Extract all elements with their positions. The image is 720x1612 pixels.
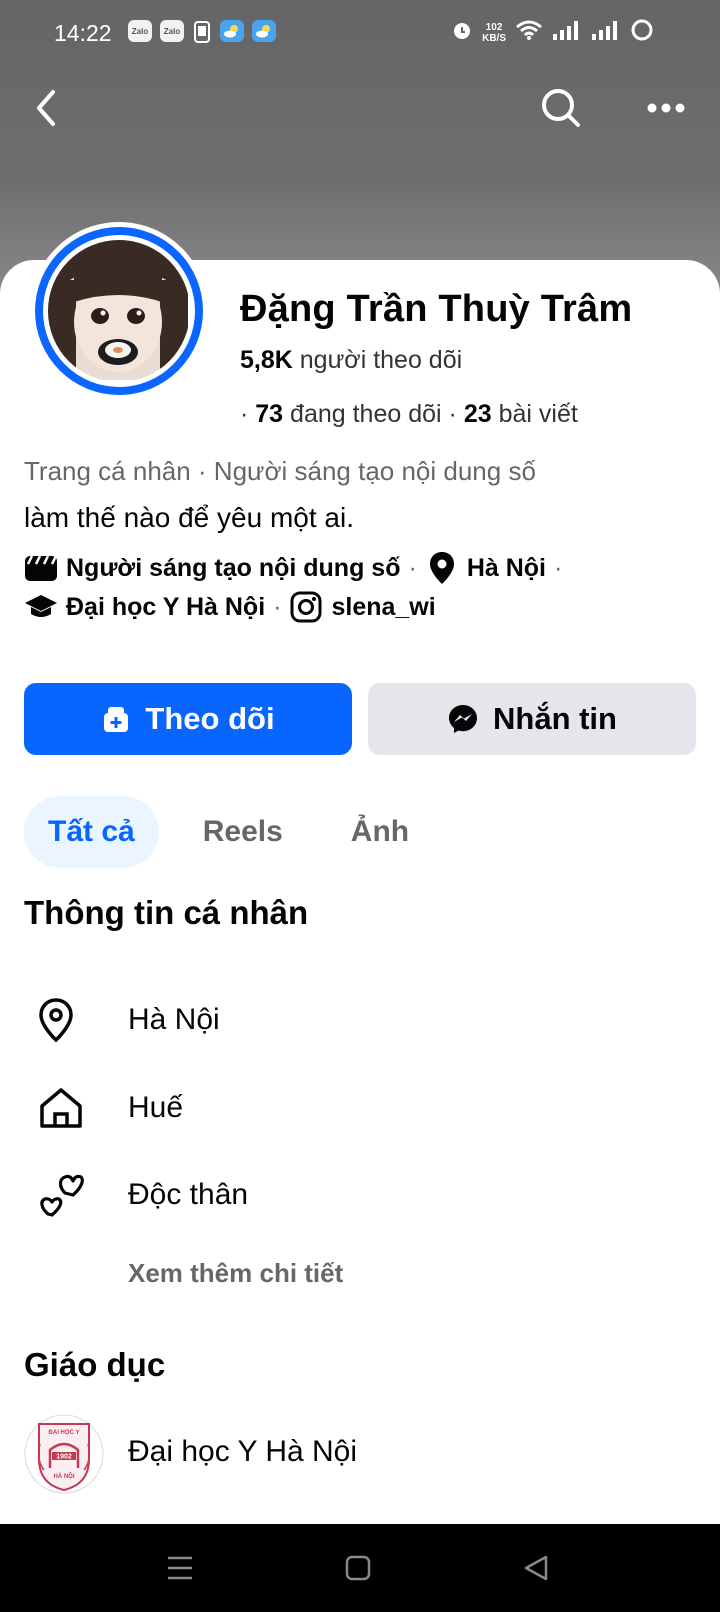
followers-label: người theo dõi xyxy=(299,346,463,374)
weather-icon xyxy=(220,20,244,42)
creator-label[interactable]: Người sáng tạo nội dung số xyxy=(66,554,400,583)
phone-icon xyxy=(192,20,212,49)
profile-stats: · 73 đang theo dõi · 23 bài viết xyxy=(240,400,578,428)
tab-reels[interactable]: Reels xyxy=(179,796,307,868)
details-line-2: Đại học Y Hà Nội · slena_wi xyxy=(24,590,704,624)
square-icon xyxy=(345,1555,371,1581)
hearts-icon xyxy=(24,1165,104,1225)
messenger-icon xyxy=(449,705,477,733)
profile-tabs: Tất cả Reels Ảnh xyxy=(24,796,433,868)
school-label[interactable]: Đại học Y Hà Nội xyxy=(66,593,265,622)
net-speed: 102 KB/S xyxy=(482,22,506,44)
logo-text-bottom: HÀ NỘI xyxy=(54,1472,75,1480)
instagram-handle[interactable]: slena_wi xyxy=(331,593,435,622)
followers-number: 5,8K xyxy=(240,346,293,374)
back-nav-button[interactable] xyxy=(514,1546,558,1590)
signal-icon xyxy=(591,20,621,45)
top-navigation xyxy=(0,80,720,136)
see-more-details-link[interactable]: Xem thêm chi tiết xyxy=(128,1258,343,1289)
weather-icon xyxy=(252,20,276,42)
profile-category: Trang cá nhân · Người sáng tạo nội dung … xyxy=(24,456,536,486)
system-navigation-bar xyxy=(0,1524,720,1612)
following-number[interactable]: 73 xyxy=(255,400,283,428)
battery-icon xyxy=(630,18,654,47)
info-row-hometown: Huế xyxy=(24,1078,704,1138)
education-title: Giáo dục xyxy=(24,1346,166,1383)
more-dots-icon xyxy=(647,103,685,113)
following-label[interactable]: đang theo dõi xyxy=(290,400,442,428)
follow-button[interactable]: Theo dõi xyxy=(24,683,352,755)
school-logo[interactable]: ĐẠI HỌC Y 1902 HÀ NỘI xyxy=(24,1414,104,1494)
education-row: Đại học Y Hà Nội xyxy=(104,1422,704,1482)
signal-icon xyxy=(552,20,582,45)
followers-count[interactable]: 5,8K người theo dõi xyxy=(240,346,462,375)
triangle-back-icon xyxy=(524,1555,548,1581)
alarm-icon xyxy=(451,19,473,46)
search-icon xyxy=(542,89,580,127)
zalo-icon: Zalo xyxy=(160,20,184,42)
profile-card xyxy=(0,260,720,1524)
personal-info-title: Thông tin cá nhân xyxy=(24,894,309,931)
home-button[interactable] xyxy=(336,1546,380,1590)
message-label: Nhắn tin xyxy=(493,701,617,736)
more-options-button[interactable] xyxy=(638,80,694,136)
info-relationship-text[interactable]: Độc thân xyxy=(128,1178,248,1212)
follow-icon xyxy=(104,707,129,732)
logo-year: 1902 xyxy=(56,1454,72,1461)
education-school-text[interactable]: Đại học Y Hà Nội xyxy=(128,1435,357,1469)
profile-name: Đặng Trần Thuỳ Trâm xyxy=(240,288,633,330)
search-button[interactable] xyxy=(533,80,589,136)
status-time: 14:22 xyxy=(54,20,112,46)
zalo-icon: Zalo xyxy=(128,20,152,42)
chevron-left-icon xyxy=(37,90,55,126)
graduation-cap-icon xyxy=(24,590,58,624)
location-label[interactable]: Hà Nội xyxy=(467,554,546,583)
info-row-location: Hà Nội xyxy=(24,990,704,1050)
back-button[interactable] xyxy=(18,80,74,136)
info-row-relationship: Độc thân xyxy=(24,1165,704,1225)
net-speed-value: 102 xyxy=(485,21,503,33)
posts-label: bài viết xyxy=(498,400,578,428)
profile-bio: làm thế nào để yêu một ai. xyxy=(24,502,354,533)
wifi-icon xyxy=(515,19,543,46)
profile-actions: Theo dõi Nhắn tin xyxy=(24,683,696,755)
recents-button[interactable] xyxy=(158,1546,202,1590)
tab-all[interactable]: Tất cả xyxy=(24,796,159,868)
home-icon xyxy=(24,1078,104,1138)
menu-icon xyxy=(168,1556,192,1580)
avatar[interactable] xyxy=(30,222,208,400)
location-pin-icon xyxy=(24,990,104,1050)
posts-number: 23 xyxy=(463,400,492,428)
logo-text-top: ĐẠI HỌC Y xyxy=(49,1430,80,1436)
tab-photos[interactable]: Ảnh xyxy=(327,796,433,868)
net-speed-unit: KB/S xyxy=(482,32,506,44)
info-location-text[interactable]: Hà Nội xyxy=(128,1003,220,1037)
instagram-icon xyxy=(289,590,323,624)
status-bar: 14:22 Zalo Zalo 102 KB/S xyxy=(0,0,720,66)
info-hometown-text[interactable]: Huế xyxy=(128,1091,183,1125)
message-button[interactable]: Nhắn tin xyxy=(368,683,696,755)
avatar-photo xyxy=(48,240,190,382)
details-line-1: Người sáng tạo nội dung số · Hà Nội · xyxy=(24,551,704,585)
follow-label: Theo dõi xyxy=(145,701,275,736)
clapperboard-icon xyxy=(24,551,58,585)
location-pin-icon xyxy=(425,551,459,585)
